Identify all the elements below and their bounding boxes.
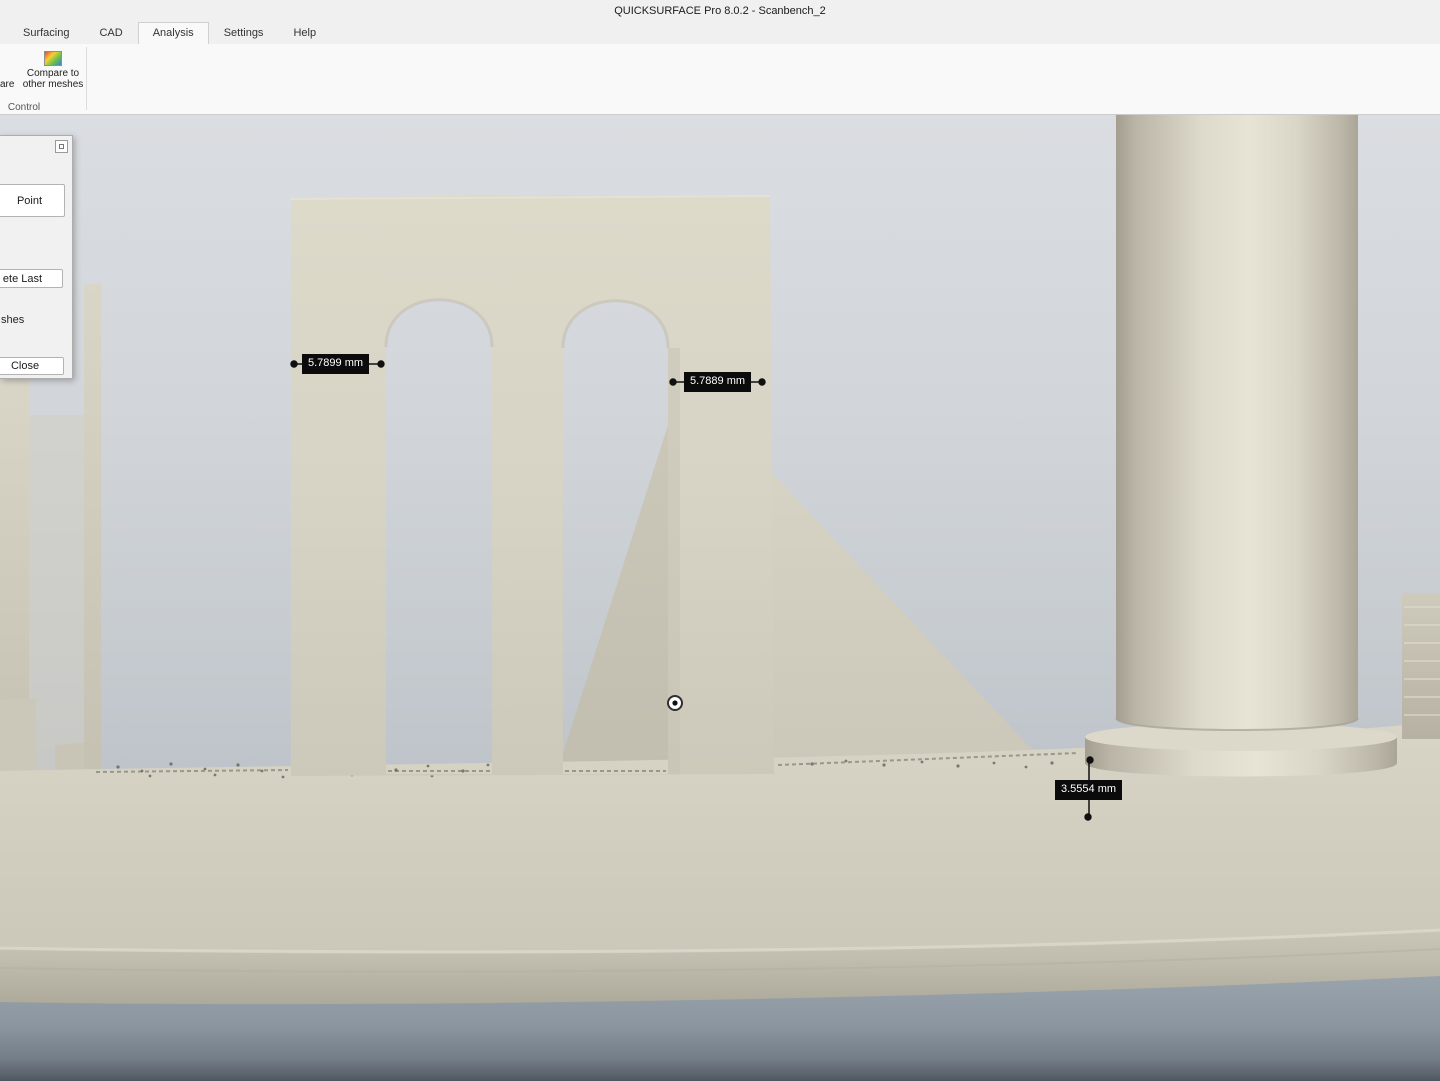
tab-surfacing[interactable]: Surfacing	[8, 22, 84, 44]
compare-meshes-icon	[44, 51, 62, 66]
tab-cad[interactable]: CAD	[84, 22, 137, 44]
meshes-label: shes	[1, 314, 24, 326]
ribbon: are Compare to other meshes Control	[0, 44, 1440, 115]
measurement-label: 5.7889 mm	[684, 372, 751, 392]
ribbed-column-stub	[1402, 593, 1440, 739]
close-button[interactable]: Close	[0, 357, 64, 375]
measurement-label: 5.7899 mm	[302, 354, 369, 374]
tab-settings[interactable]: Settings	[209, 22, 279, 44]
viewport-3d[interactable]: 5.7899 mm 5.7889 mm 3.5554 mm Point ete …	[0, 115, 1440, 1081]
compare-to-other-meshes-button[interactable]: Compare to other meshes	[20, 48, 86, 108]
panel-options-button[interactable]	[55, 140, 68, 153]
picked-point-target-icon	[668, 696, 682, 710]
measure-tool-panel: Point ete Last shes Close	[0, 135, 73, 379]
clipped-ribbon-button[interactable]: are	[0, 79, 14, 90]
title-bar: QUICKSURFACE Pro 8.0.2 - Scanbench_2	[0, 0, 1440, 22]
ribbon-group-separator	[86, 47, 87, 110]
compare-button-label-line2: other meshes	[23, 79, 84, 90]
compare-button-label-line1: Compare to	[27, 68, 79, 79]
window-title: QUICKSURFACE Pro 8.0.2 - Scanbench_2	[614, 5, 826, 17]
delete-last-button[interactable]: ete Last	[0, 269, 63, 288]
ribbon-group-label: Control	[0, 102, 48, 113]
tab-help[interactable]: Help	[278, 22, 331, 44]
scan-mesh-scene	[0, 115, 1440, 1081]
pyramid-mesh	[557, 378, 1037, 772]
arch-structure	[291, 195, 774, 776]
cylinder-mesh	[1085, 115, 1397, 777]
measurement-label: 3.5554 mm	[1055, 780, 1122, 800]
tab-analysis[interactable]: Analysis	[138, 22, 209, 44]
point-button[interactable]: Point	[0, 184, 65, 217]
menu-tab-bar: Surfacing CAD Analysis Settings Help	[0, 22, 1440, 44]
